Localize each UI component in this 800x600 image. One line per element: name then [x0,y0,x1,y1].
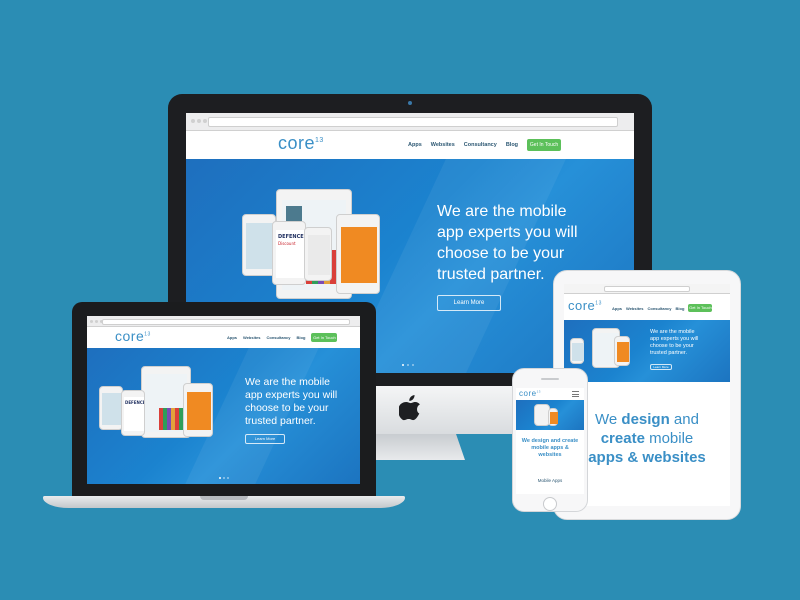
nav-consultancy[interactable]: Consultancy [267,335,291,340]
site-header: core13 Apps Websites Consultancy Blog Ge… [87,327,360,348]
apple-logo-icon [399,395,420,421]
nav-blog[interactable]: Blog [506,142,518,148]
brand-logo[interactable]: core13 [115,328,151,344]
get-in-touch-button[interactable]: Get In Touch [527,139,562,151]
learn-more-button[interactable]: Learn More [245,434,285,444]
brand-logo[interactable]: core13 [568,298,602,313]
site-header: core13 [516,388,584,400]
browser-toolbar [186,113,634,131]
nav-apps[interactable]: Apps [612,306,622,311]
ipad-tagline: We design and create mobile apps & websi… [588,411,706,466]
defence-title: DEFENCE [278,234,304,240]
site-header: core13 Apps Websites Consultancy Blog Ge… [186,131,634,159]
iphone-speaker [541,378,559,380]
browser-toolbar [564,284,730,294]
mock-phone-map [242,214,276,276]
nav-consultancy[interactable]: Consultancy [464,142,497,148]
iphone-home-button[interactable] [543,497,557,511]
brand-logo[interactable]: core13 [519,389,541,398]
hero-headline: We are the mobile app experts you will c… [437,203,578,283]
carousel-pager[interactable] [219,477,229,479]
hero-section [516,400,584,430]
address-bar[interactable] [208,117,618,127]
address-bar[interactable] [102,319,350,325]
main-nav: Apps Websites Consultancy Blog Get In To… [612,304,713,312]
nav-apps[interactable]: Apps [227,335,237,340]
iphone-tagline: We design and create mobile apps & websi… [521,438,579,458]
get-in-touch-button[interactable]: Get In Touch [311,333,338,342]
mock-phone-defence: DEFENCE Discount [272,221,306,285]
nav-websites[interactable]: Websites [626,306,644,311]
mock-phone-orange [336,214,380,294]
mobile-apps-heading: Mobile Apps [537,478,563,483]
address-bar[interactable] [604,286,690,292]
hero-headline: We are the mobile app experts you will c… [245,376,338,427]
mock-phone-defence: DEFENCE [121,390,145,436]
macbook-notch [200,496,248,500]
imac-camera-icon [408,101,412,105]
nav-blog[interactable]: Blog [676,306,685,311]
hero-headline: We are the mobile app experts you will c… [650,329,699,356]
defence-subtitle: Discount [278,241,296,246]
carousel-pager[interactable] [402,364,414,366]
brand-logo[interactable]: core13 [278,133,324,154]
ipad-screen: core13 Apps Websites Consultancy Blog Ge… [564,284,730,506]
site-header: core13 Apps Websites Consultancy Blog Ge… [564,294,730,320]
window-controls[interactable] [191,119,207,123]
nav-apps[interactable]: Apps [408,142,422,148]
main-nav: Apps Websites Consultancy Blog Get In To… [227,333,338,342]
learn-more-button[interactable]: Learn More [650,364,672,370]
nav-blog[interactable]: Blog [297,335,306,340]
mock-phone-map [570,338,584,364]
mock-phone-map [99,386,123,430]
mock-phone-orange [548,408,558,426]
macbook-screen: core13 Apps Websites Consultancy Blog Ge… [87,316,360,484]
mock-phone-orange [614,336,630,366]
nav-consultancy[interactable]: Consultancy [648,306,672,311]
nav-websites[interactable]: Websites [431,142,455,148]
main-nav: Apps Websites Consultancy Blog Get In To… [408,139,562,151]
hero-section: DEFENCE We are the mobile app experts yo… [87,348,360,484]
nav-websites[interactable]: Websites [243,335,261,340]
defence-title: DEFENCE [125,400,144,405]
hero-section: We are the mobile app experts you will c… [564,320,730,382]
mock-phone-small [304,227,332,281]
learn-more-button[interactable]: Learn More [437,295,501,311]
browser-toolbar [87,316,360,327]
iphone-screen: core13 We design and create mobile apps … [516,388,584,494]
menu-icon[interactable] [572,391,579,397]
get-in-touch-button[interactable]: Get In Touch [688,304,713,312]
mock-phone-orange [183,383,213,437]
